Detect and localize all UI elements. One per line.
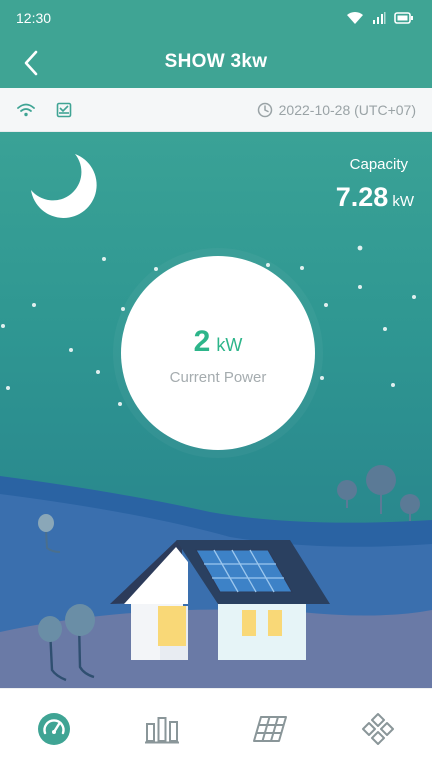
app-header: SHOW 3kw [0,36,432,88]
capacity-label: Capacity [349,156,408,173]
status-time: 12:30 [16,10,52,26]
current-power-value: 2 kW [194,325,243,359]
bottom-nav [0,688,432,768]
status-icons [346,11,414,25]
capacity-unit: kW [392,193,414,210]
bar-chart-icon [145,716,179,743]
power-number: 2 [193,324,211,358]
solar-grid-icon [253,715,287,742]
timestamp: 2022-10-28 (UTC+07) [278,101,416,118]
info-bar: 2022-10-28 (UTC+07) [0,88,432,132]
battery-icon [394,12,413,24]
capacity-value: 7.28 kW [336,182,414,213]
signal-icon [373,12,386,24]
status-bar: 12:30 [0,0,432,36]
chevron-left-icon [24,50,38,76]
nav-item-dashboard[interactable] [24,699,84,759]
clock-icon [257,102,272,117]
current-power-label: Current Power [169,368,267,386]
moon-icon [31,154,97,218]
current-power-circle[interactable]: 2 kW Current Power [121,256,315,450]
nav-item-panels[interactable] [240,699,300,759]
page-title: SHOW 3kw [164,51,268,72]
wifi-icon[interactable] [16,102,36,118]
back-button[interactable] [16,48,46,78]
inbox-icon[interactable] [56,102,72,118]
tree-icon [337,465,420,521]
gauge-icon [38,712,70,745]
devices-icon [362,712,394,745]
dashboard-scene: Capacity 7.28 kW 2 kW Current Power [0,132,432,688]
nav-item-devices[interactable] [348,699,408,759]
wifi-icon [347,11,363,24]
power-unit: kW [216,334,243,355]
nav-item-statistics[interactable] [132,699,192,759]
capacity-number: 7.28 [335,182,389,212]
